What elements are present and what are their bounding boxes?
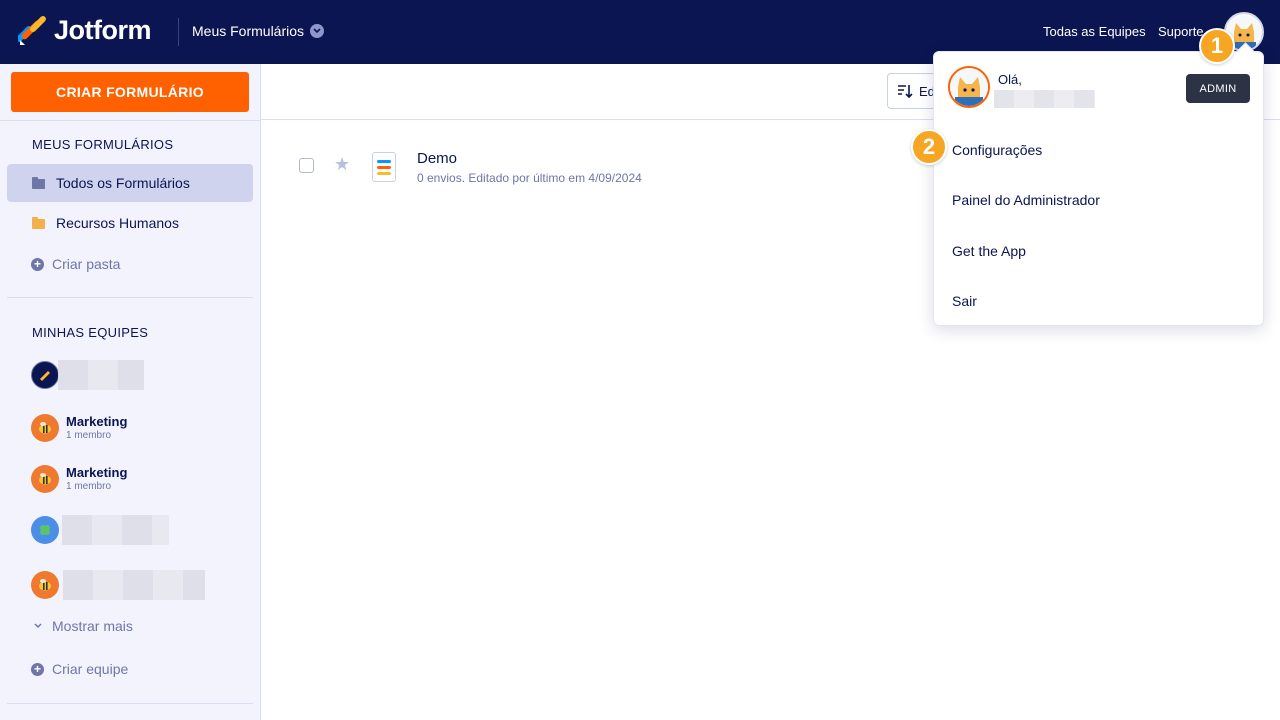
sidebar-item-all-forms[interactable]: Todos os Formulários [7,164,253,202]
show-more-button[interactable]: Mostrar mais [33,618,133,634]
bee-icon [31,465,59,493]
cat-avatar-icon [950,68,988,106]
team-avatar-icon [31,361,59,389]
my-teams-heading: MINHAS EQUIPES [32,325,149,340]
dropdown-avatar [948,66,990,108]
form-meta: 0 envios. Editado por último em 4/09/202… [417,171,642,185]
team-item[interactable] [31,570,205,600]
form-title[interactable]: Demo [417,150,457,167]
redacted-username [994,90,1095,108]
jotform-logo-icon [16,14,48,46]
sidebar: CRIAR FORMULÁRIO MEUS FORMULÁRIOS Todos … [0,64,261,720]
create-form-button[interactable]: CRIAR FORMULÁRIO [11,72,249,112]
bee-icon [31,414,59,442]
clover-icon [31,516,59,544]
admin-badge: ADMIN [1186,74,1250,103]
team-name: Marketing [66,464,128,480]
step-badge-1: 1 [1199,28,1235,64]
greeting: Olá, [998,72,1022,87]
sort-icon [898,85,913,99]
create-folder-label: Criar pasta [52,256,121,272]
chevron-down-icon [34,623,42,629]
all-teams-link[interactable]: Todas as Equipes [1043,24,1146,39]
account-dropdown: Olá, ADMIN Configurações Painel do Admin… [933,51,1264,326]
team-item-marketing[interactable]: Marketing 1 membro [31,414,127,442]
forms-menu[interactable]: Meus Formulários [192,23,325,39]
plus-circle-icon: + [31,662,44,676]
team-members: 1 membro [66,480,112,492]
sidebar-divider [7,703,253,704]
team-item[interactable] [31,515,169,545]
forms-menu-label: Meus Formulários [192,23,305,39]
star-icon[interactable]: ★ [334,154,350,175]
show-more-label: Mostrar mais [52,618,133,634]
sidebar-item-label: Recursos Humanos [56,215,179,231]
sidebar-divider [0,120,260,121]
folder-icon [32,177,45,189]
form-icon [372,152,396,182]
form-list-item[interactable]: ★ Demo 0 envios. Editado por último em 4… [261,140,921,192]
redacted-team-name [63,570,205,600]
nav-divider [178,18,179,46]
jotform-logo[interactable]: Jotform [16,14,152,46]
my-forms-heading: MEUS FORMULÁRIOS [32,137,174,152]
create-team-button[interactable]: + Criar equipe [31,661,128,677]
team-item[interactable] [31,360,144,390]
menu-item-logout[interactable]: Sair [952,293,977,309]
menu-item-admin-panel[interactable]: Painel do Administrador [952,192,1100,208]
redacted-team-name [58,360,144,390]
create-folder-button[interactable]: + Criar pasta [31,256,120,272]
brand-name: Jotform [54,14,152,45]
support-link[interactable]: Suporte [1158,24,1204,39]
chevron-down-icon [310,24,325,38]
team-name: Marketing [66,413,128,429]
step-badge-2: 2 [911,129,947,165]
plus-circle-icon: + [31,257,44,271]
menu-item-get-app[interactable]: Get the App [952,243,1026,259]
create-team-label: Criar equipe [52,661,129,677]
team-item-marketing[interactable]: Marketing 1 membro [31,465,127,493]
redacted-team-name [62,515,169,545]
sidebar-item-human-resources[interactable]: Recursos Humanos [7,204,253,242]
form-select-checkbox[interactable] [299,158,314,173]
sidebar-item-label: Todos os Formulários [56,175,190,191]
bee-icon [31,571,59,599]
team-members: 1 membro [66,429,112,441]
folder-icon [32,217,45,229]
menu-item-settings[interactable]: Configurações [952,142,1042,158]
sidebar-divider [7,297,253,298]
